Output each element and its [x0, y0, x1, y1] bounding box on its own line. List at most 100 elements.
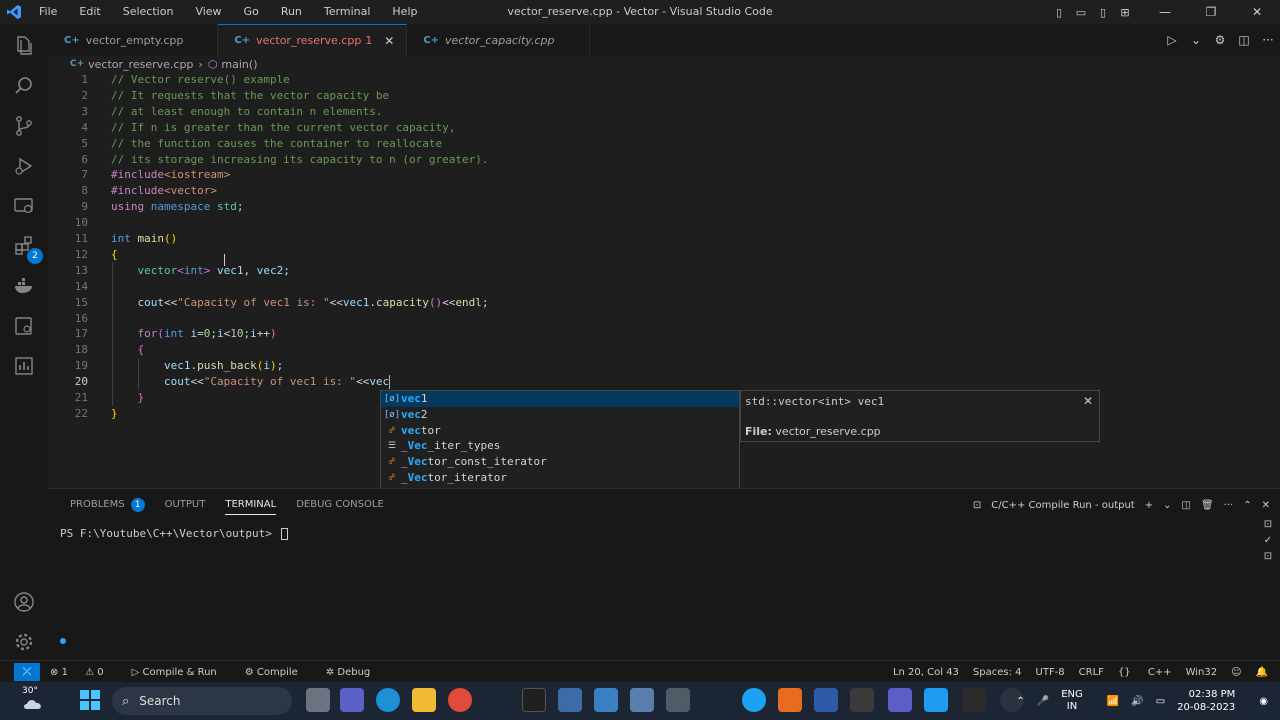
problems-status[interactable]: ⊗ 1 ⚠ 0	[50, 667, 118, 678]
keyboard-app-icon[interactable]	[850, 688, 874, 712]
menu-edit[interactable]: Edit	[68, 0, 111, 24]
tab-problems[interactable]: PROBLEMS 1	[70, 495, 145, 515]
git-app-icon[interactable]	[778, 688, 802, 712]
microphone-icon[interactable]: 🎤	[1037, 696, 1049, 707]
code-line[interactable]: 18 {	[48, 342, 1280, 358]
search-icon[interactable]	[0, 66, 48, 106]
menu-terminal[interactable]: Terminal	[313, 0, 382, 24]
menu-file[interactable]: File	[28, 0, 68, 24]
code-line[interactable]: 9 using namespace std;	[48, 199, 1280, 215]
code-line[interactable]: 13 vector<int> vec1, vec2;	[48, 263, 1280, 279]
toggle-panel-icon[interactable]: ▭	[1070, 0, 1092, 24]
maximize-panel-icon[interactable]: ⌃	[1243, 500, 1251, 511]
code-line[interactable]: 19 vec1.push_back(i);	[48, 358, 1280, 374]
code-line[interactable]: 6 // its storage increasing its capacity …	[48, 152, 1280, 168]
settings-gear-icon[interactable]: ⚙	[1208, 33, 1232, 47]
terminal-app-icon[interactable]	[522, 688, 546, 712]
tab-output[interactable]: OUTPUT	[165, 495, 206, 515]
breadcrumb-file[interactable]: vector_reserve.cpp	[88, 58, 193, 71]
code-line[interactable]: 3 // at least enough to contain n element…	[48, 104, 1280, 120]
terminal-output[interactable]: PS F:\Youtube\C++\Vector\output>	[60, 527, 288, 540]
chevron-up-icon[interactable]: ⌃	[1016, 696, 1024, 707]
edge-app-icon[interactable]	[376, 688, 400, 712]
more-actions-icon[interactable]: ···	[1256, 33, 1280, 47]
menu-help[interactable]: Help	[381, 0, 428, 24]
chevron-down-icon[interactable]: ⌄	[1163, 500, 1171, 511]
code-line[interactable]: 10	[48, 215, 1280, 231]
clock[interactable]: 02:38 PM 20-08-2023	[1177, 688, 1247, 714]
close-window-icon[interactable]: ✕	[1234, 0, 1280, 24]
cursor-position[interactable]: Ln 20, Col 43	[893, 667, 959, 678]
source-control-icon[interactable]	[0, 106, 48, 146]
minimize-icon[interactable]: —	[1142, 0, 1188, 24]
new-terminal-plus-icon[interactable]: +	[1145, 500, 1153, 511]
wifi-icon[interactable]: 📶	[1107, 696, 1119, 707]
breadcrumb-symbol[interactable]: main()	[221, 58, 257, 71]
code-line[interactable]: 1 // Vector reserve() example	[48, 72, 1280, 88]
battery-icon[interactable]: ▭	[1156, 696, 1165, 707]
debug-button[interactable]: ✲ Debug	[326, 667, 384, 678]
close-icon[interactable]: ✕	[1083, 394, 1093, 408]
cmd-app-icon[interactable]	[962, 688, 986, 712]
tab-terminal[interactable]: TERMINAL	[225, 495, 277, 515]
tab-vector-empty[interactable]: C+ vector_empty.cpp	[48, 24, 219, 56]
file-manager-app-icon[interactable]	[306, 688, 330, 712]
docker-icon[interactable]	[0, 266, 48, 306]
compile-button[interactable]: ⚙ Compile	[245, 667, 312, 678]
code-line[interactable]: 4 // If n is greater than the current vec…	[48, 120, 1280, 136]
code-line[interactable]: 17 for(int i=0;i<10;i++)	[48, 326, 1280, 342]
code-line[interactable]: 2 // It requests that the vector capacity…	[48, 88, 1280, 104]
run-debug-icon[interactable]	[0, 146, 48, 186]
vscode-app-icon[interactable]	[924, 688, 948, 712]
language-indicator[interactable]: ENG IN	[1061, 689, 1095, 713]
suggestion-item[interactable]: ☍ _Vector_iterator	[381, 470, 739, 486]
close-tab-icon[interactable]: ✕	[382, 34, 396, 48]
manage-gear-icon[interactable]	[0, 622, 48, 662]
tab-vector-reserve[interactable]: C+ vector_reserve.cpp 1 ✕	[218, 24, 408, 56]
menu-run[interactable]: Run	[270, 0, 313, 24]
code-line[interactable]: 15 cout<<"Capacity of vec1 is: "<<vec1.c…	[48, 295, 1280, 311]
suggestion-item[interactable]: [ø] vec1	[381, 391, 739, 407]
volume-icon[interactable]: 🔊	[1131, 696, 1143, 707]
settings-app-icon[interactable]	[630, 688, 654, 712]
accounts-icon[interactable]	[0, 582, 48, 622]
tab-vector-capacity[interactable]: C+ vector_capacity.cpp	[407, 24, 590, 56]
feedback-icon[interactable]: ☺	[1231, 667, 1241, 678]
close-panel-icon[interactable]: ✕	[1262, 500, 1270, 511]
remote-indicator-icon[interactable]: ⤫	[14, 663, 40, 681]
notification-center-icon[interactable]: ◉	[1259, 696, 1268, 707]
code-line[interactable]: 5 // the function causes the container to…	[48, 136, 1280, 152]
camera-app-icon[interactable]	[594, 688, 618, 712]
indentation[interactable]: Spaces: 4	[973, 667, 1022, 678]
tab-debug-console[interactable]: DEBUG CONSOLE	[296, 495, 384, 515]
restore-icon[interactable]: ❐	[1188, 0, 1234, 24]
remote-explorer-icon[interactable]	[0, 186, 48, 226]
language-mode[interactable]: {} C++	[1118, 667, 1172, 678]
split-editor-icon[interactable]: ◫	[1232, 33, 1256, 47]
split-terminal-icon[interactable]: ◫	[1182, 500, 1191, 511]
code-line[interactable]: 14	[48, 279, 1280, 295]
code-line[interactable]: 12 {	[48, 247, 1280, 263]
suggestion-item[interactable]: ☍ _Vector_const_iterator	[381, 454, 739, 470]
terminal-shell-icon[interactable]: ⊡	[1260, 519, 1276, 535]
settings-sync-icon[interactable]	[0, 306, 48, 346]
chrome-app-icon[interactable]	[448, 688, 472, 712]
extensions-icon[interactable]: 2	[0, 226, 48, 266]
powershell-app-icon[interactable]	[814, 688, 838, 712]
code-line[interactable]: 20 cout<<"Capacity of vec1 is: "<<vec	[48, 374, 1280, 390]
trash-icon[interactable]: 🗑	[1201, 500, 1214, 511]
toggle-sidebar-icon[interactable]: ▯	[1048, 0, 1070, 24]
messaging-app-icon[interactable]	[742, 688, 766, 712]
suggestion-item[interactable]: [ø] vec2	[381, 407, 739, 423]
encoding[interactable]: UTF-8	[1036, 667, 1065, 678]
check-icon[interactable]: ✓	[1260, 535, 1276, 551]
notifications-bell-icon[interactable]: 🔔	[1256, 667, 1268, 678]
chevron-down-icon[interactable]: ⌄	[1184, 33, 1208, 47]
menu-view[interactable]: View	[184, 0, 232, 24]
teams-app-icon[interactable]	[340, 688, 364, 712]
toggle-secondary-sidebar-icon[interactable]: ▯	[1092, 0, 1114, 24]
visual-studio-app-icon[interactable]	[888, 688, 912, 712]
run-play-icon[interactable]: ▷	[1160, 33, 1184, 47]
terminal-name[interactable]: C/C++ Compile Run - output	[991, 500, 1134, 511]
code-line[interactable]: 7 #include<iostream>	[48, 167, 1280, 183]
